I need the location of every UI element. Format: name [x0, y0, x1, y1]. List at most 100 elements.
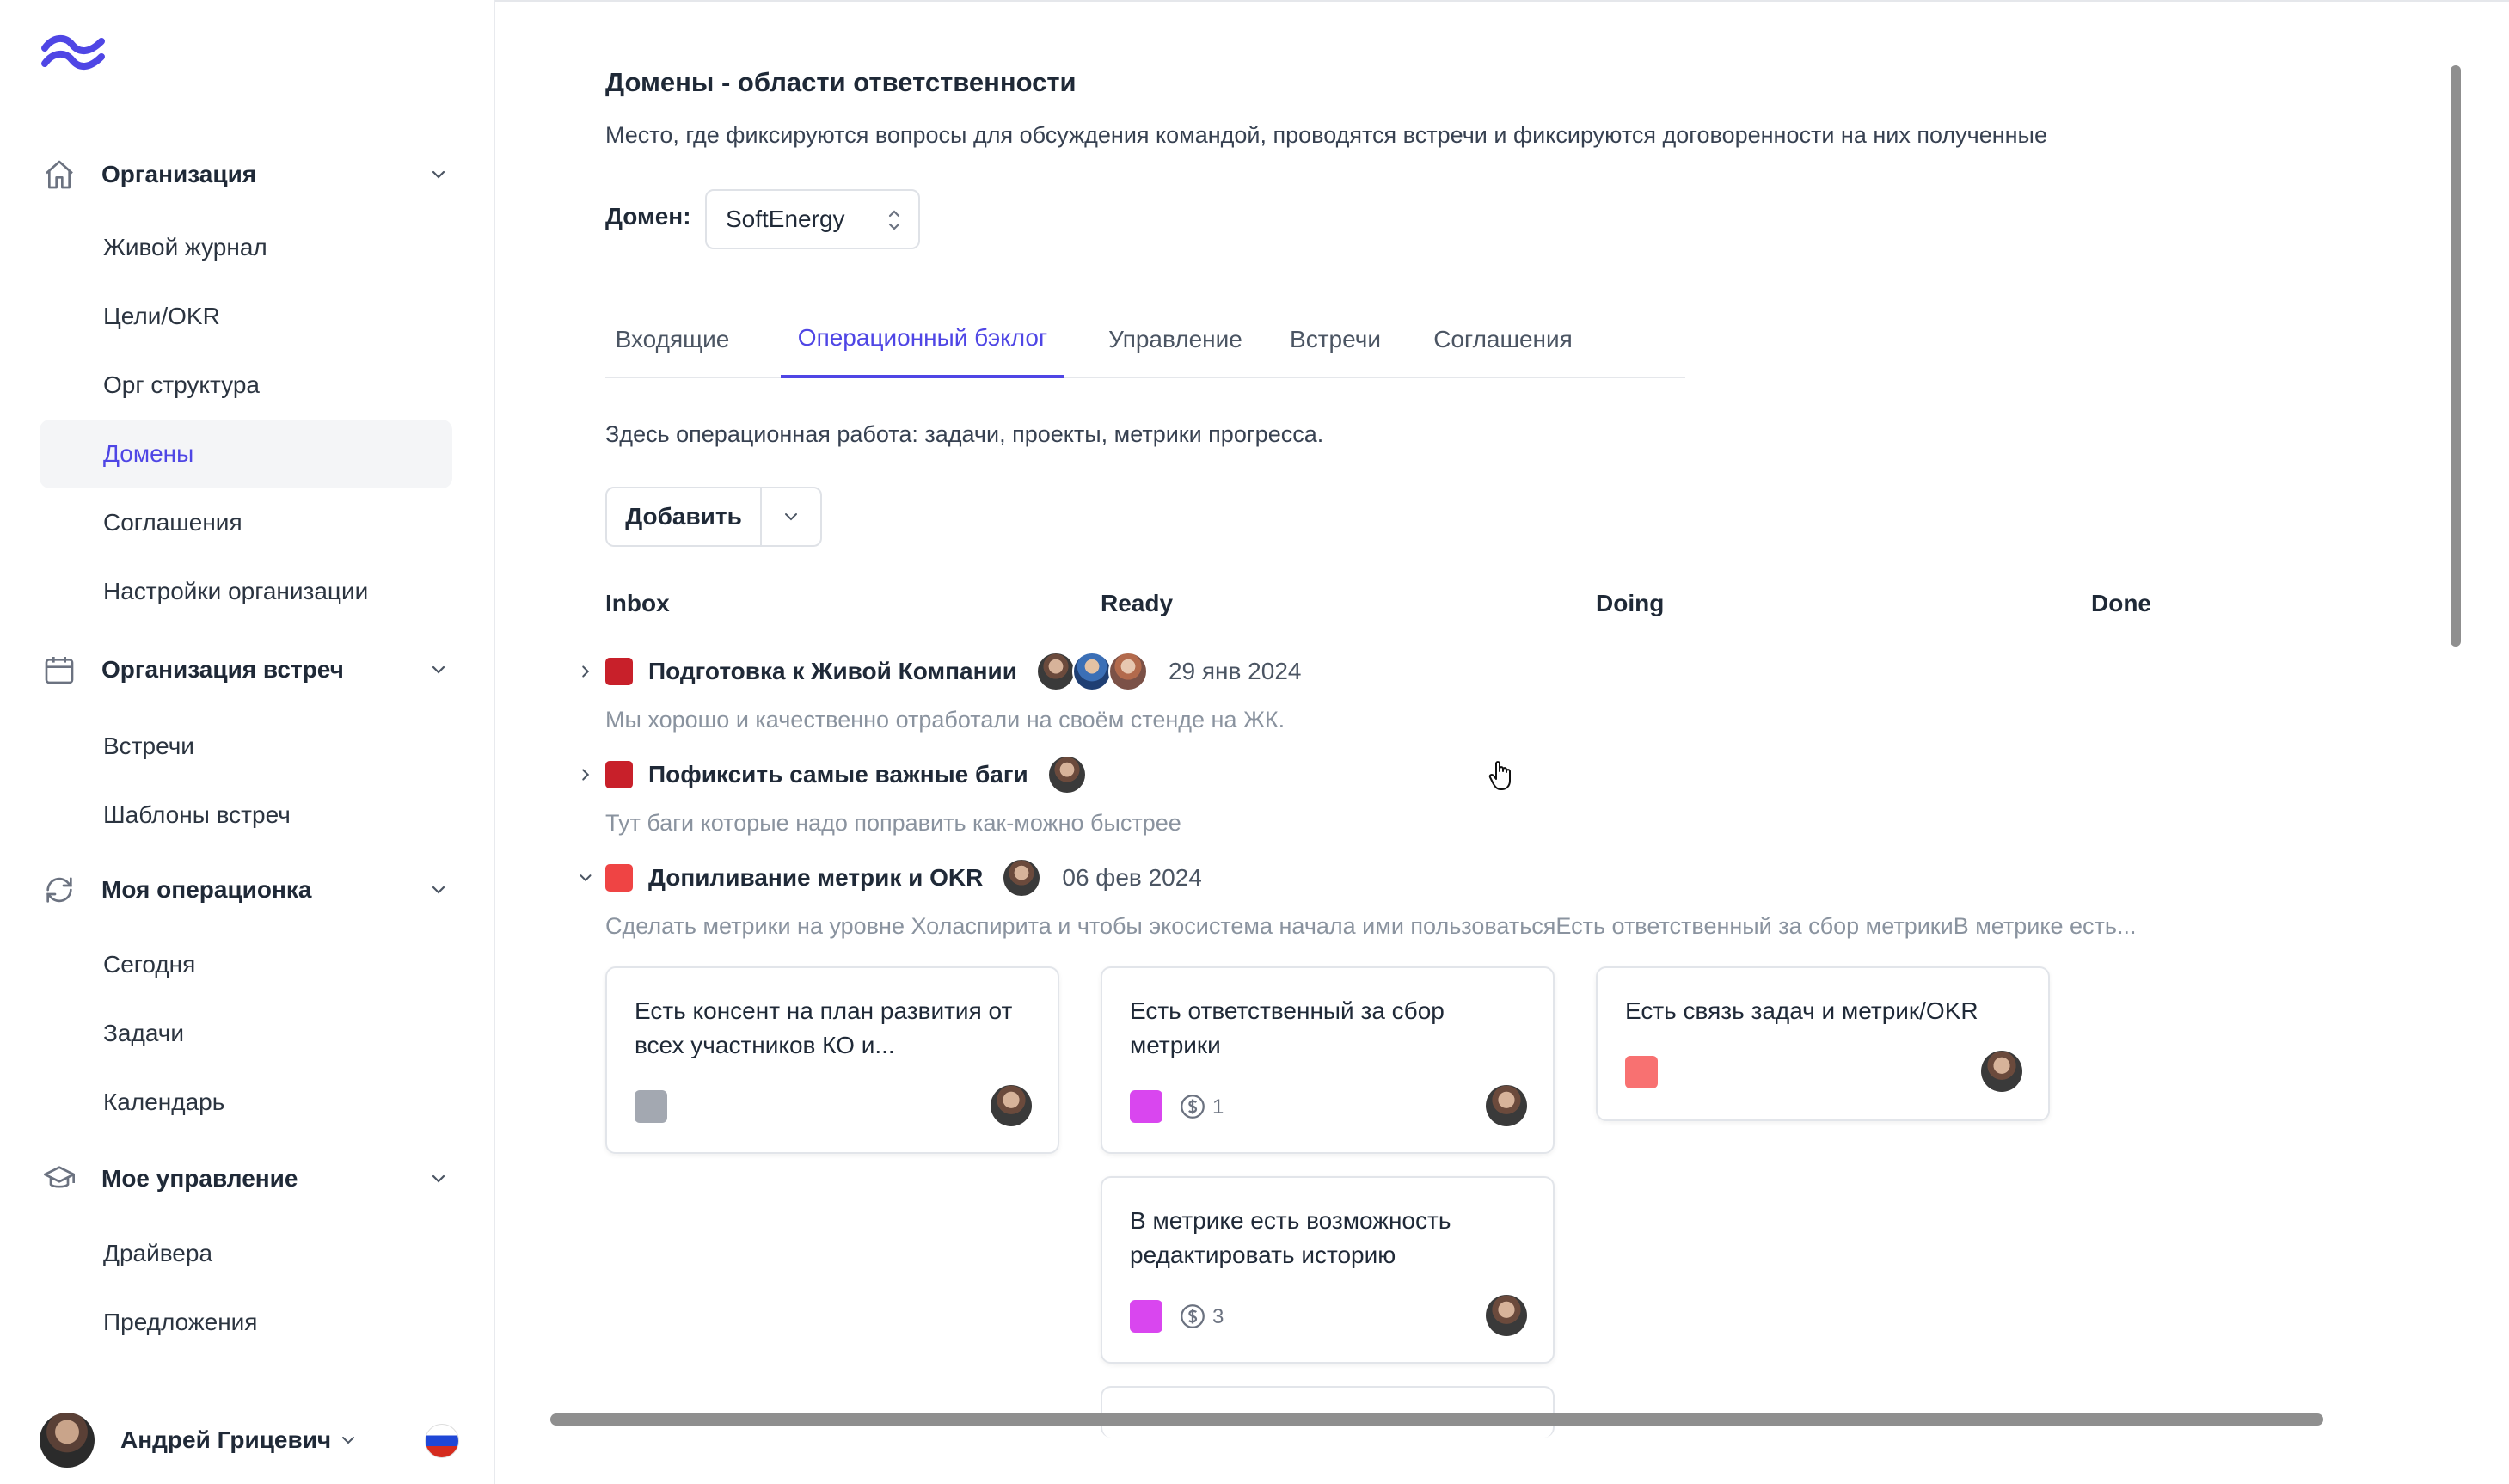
task-card-title: Есть ответственный за сбор метрики — [1130, 997, 1445, 1058]
sidebar-item-tasks[interactable]: Задачи — [40, 999, 452, 1068]
domain-select[interactable]: SoftEnergy — [705, 189, 920, 249]
refresh-icon — [40, 870, 79, 910]
sidebar-item-org-settings[interactable]: Настройки организации — [40, 557, 452, 626]
priority-color-square — [635, 1090, 667, 1123]
sidebar-item-live-journal[interactable]: Живой журнал — [40, 213, 452, 282]
chevron-down-icon[interactable] — [573, 865, 598, 891]
task-card-count: 1 — [1212, 1095, 1224, 1119]
section-label: Моя операционка — [101, 876, 312, 903]
vertical-scrollbar[interactable] — [2451, 65, 2461, 647]
domain-select-value: SoftEnergy — [726, 205, 845, 232]
horizontal-scrollbar[interactable] — [550, 1413, 2323, 1426]
tab-agreements[interactable]: Соглашения — [1424, 301, 1582, 378]
group-row[interactable]: Допиливание метрик и OKR 06 фев 2024 — [573, 856, 1202, 899]
add-dropdown-button[interactable] — [762, 488, 820, 545]
task-card[interactable]: Есть ответственный за сбор метрики 1 — [1101, 966, 1555, 1154]
sidebar-item-org-structure[interactable]: Орг структура — [40, 351, 452, 420]
group-description: Тут баги которые надо поправить как-можн… — [605, 810, 1181, 836]
assignee-avatars — [1046, 755, 1087, 794]
hand-cursor-icon — [1488, 758, 1515, 793]
priority-color-square — [605, 864, 633, 892]
tab-operational-backlog[interactable]: Операционный бэклог — [781, 301, 1064, 378]
section-organization[interactable]: Организация — [40, 150, 456, 199]
sidebar: Организация Живой журнал Цели/OKR Орг ст… — [0, 0, 495, 1484]
task-card-count: 3 — [1212, 1305, 1224, 1328]
app-logo[interactable] — [40, 31, 108, 74]
graduation-cap-icon — [40, 1159, 79, 1199]
calendar-icon — [40, 650, 79, 690]
add-button[interactable]: Добавить — [607, 488, 762, 545]
sidebar-item-calendar[interactable]: Календарь — [40, 1068, 452, 1137]
user-menu[interactable]: Андрей Грицевич — [40, 1412, 469, 1469]
chevron-down-icon[interactable] — [421, 653, 456, 687]
priority-color-square — [1625, 1056, 1658, 1088]
chevron-right-icon[interactable] — [573, 659, 598, 684]
avatar — [1071, 652, 1112, 691]
task-card[interactable] — [1101, 1386, 1555, 1438]
column-header-inbox: Inbox — [605, 590, 670, 616]
task-card-title: В метрике есть возможность редактировать… — [1130, 1207, 1451, 1268]
dollar-circle-icon — [1178, 1302, 1207, 1331]
sidebar-item-meeting-templates[interactable]: Шаблоны встреч — [40, 781, 452, 849]
group-date: 06 фев 2024 — [1062, 864, 1202, 891]
sidebar-item-agreements[interactable]: Соглашения — [40, 488, 452, 557]
group-row[interactable]: Подготовка к Живой Компании 29 янв 2024 — [573, 650, 1301, 693]
sidebar-item-goals-okr[interactable]: Цели/OKR — [40, 282, 452, 351]
russia-flag-icon[interactable] — [425, 1424, 459, 1458]
tab-meetings[interactable]: Встречи — [1281, 301, 1389, 378]
chevron-down-icon — [785, 513, 797, 521]
group-title: Подготовка к Живой Компании — [648, 658, 1017, 684]
group-title: Допиливание метрик и OKR — [648, 864, 984, 891]
sidebar-item-today[interactable]: Сегодня — [40, 930, 452, 999]
section-my-operations[interactable]: Моя операционка — [40, 865, 456, 915]
avatar — [991, 1085, 1032, 1126]
group-row[interactable]: Пофиксить самые важные баги — [573, 753, 1087, 796]
avatar — [1486, 1085, 1527, 1126]
main-content: Домены - области ответственности Место, … — [497, 0, 2509, 1484]
priority-color-square — [605, 658, 633, 685]
column-header-done: Done — [2091, 590, 2151, 616]
dollar-circle-icon — [1178, 1092, 1207, 1121]
sidebar-item-domains[interactable]: Домены — [40, 420, 452, 488]
avatar — [1035, 652, 1076, 691]
home-icon — [40, 155, 79, 194]
assignee-avatars — [1002, 858, 1042, 898]
chevron-down-icon[interactable] — [421, 873, 456, 907]
section-label: Организация — [101, 161, 257, 187]
column-header-doing: Doing — [1596, 590, 1665, 616]
task-card[interactable]: Есть консент на план развития от всех уч… — [605, 966, 1059, 1154]
group-description: Мы хорошо и качественно отработали на св… — [605, 707, 1285, 733]
priority-color-square — [1130, 1090, 1162, 1123]
group-description: Сделать метрики на уровне Холаспирита и … — [605, 913, 2137, 939]
tab-note: Здесь операционная работа: задачи, проек… — [605, 421, 1324, 447]
avatar — [40, 1413, 95, 1468]
task-card-title: Есть консент на план развития от всех уч… — [635, 997, 1013, 1058]
chevron-up-down-icon — [886, 206, 903, 234]
chevron-down-icon[interactable] — [338, 1427, 364, 1453]
chevron-down-icon[interactable] — [421, 1162, 456, 1196]
section-label: Организация встреч — [101, 656, 344, 683]
column-header-ready: Ready — [1101, 590, 1174, 616]
section-meetings-organization[interactable]: Организация встреч — [40, 645, 456, 695]
tab-inbox[interactable]: Входящие — [605, 301, 739, 378]
assignee-avatars — [1035, 652, 1148, 691]
sidebar-item-proposals[interactable]: Предложения — [40, 1288, 452, 1357]
group-date: 29 янв 2024 — [1168, 658, 1302, 684]
priority-color-square — [1130, 1300, 1162, 1333]
page-title: Домены - области ответственности — [605, 67, 1077, 97]
task-card-title: Есть связь задач и метрик/OKR — [1625, 997, 1978, 1024]
avatar — [1486, 1295, 1527, 1336]
task-card[interactable]: Есть связь задач и метрик/OKR — [1596, 966, 2050, 1121]
chevron-right-icon[interactable] — [573, 762, 598, 788]
sidebar-item-meetings[interactable]: Встречи — [40, 712, 452, 781]
sidebar-item-drivers[interactable]: Драйвера — [40, 1219, 452, 1288]
avatar — [1981, 1051, 2022, 1092]
chevron-down-icon[interactable] — [421, 157, 456, 192]
priority-color-square — [605, 761, 633, 788]
page-description: Место, где фиксируются вопросы для обсуж… — [605, 122, 2047, 148]
domain-tabs: Входящие Операционный бэклог Управление … — [605, 301, 1685, 378]
user-name: Андрей Грицевич — [120, 1426, 332, 1453]
tab-management[interactable]: Управление — [1104, 301, 1247, 378]
section-my-management[interactable]: Мое управление — [40, 1154, 456, 1204]
task-card[interactable]: В метрике есть возможность редактировать… — [1101, 1176, 1555, 1364]
